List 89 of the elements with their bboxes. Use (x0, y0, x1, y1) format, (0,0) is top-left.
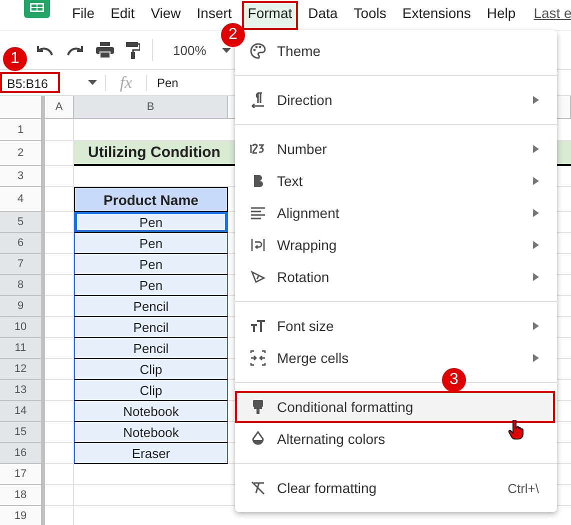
font-size-icon (250, 318, 266, 334)
row-number[interactable]: 13 (0, 380, 45, 401)
menu-option[interactable]: Font size (235, 310, 557, 342)
row-number[interactable]: 5 (0, 212, 45, 233)
submenu-arrow-icon (533, 354, 539, 362)
row-number[interactable]: 6 (0, 233, 45, 254)
menu-item[interactable]: Format (242, 1, 298, 30)
caret-icon[interactable] (88, 80, 97, 85)
formula-field[interactable]: Pen (147, 76, 178, 90)
step-badge: 1 (3, 47, 27, 71)
print-icon[interactable] (96, 42, 114, 58)
menu-item[interactable]: Tools (348, 1, 392, 30)
number-icon (250, 141, 266, 157)
sheets-logo-icon[interactable] (24, 0, 50, 18)
row-number[interactable]: 1 (0, 119, 45, 141)
submenu-arrow-icon (533, 209, 539, 217)
row-number[interactable]: 9 (0, 296, 45, 317)
row-number[interactable]: 18 (0, 485, 45, 506)
step-badge: 2 (221, 23, 245, 47)
paint-format-icon[interactable] (126, 42, 140, 58)
submenu-arrow-icon (533, 177, 539, 185)
submenu-arrow-icon (533, 145, 539, 153)
menu-option[interactable]: Alternating colors (235, 423, 557, 455)
row-number[interactable]: 7 (0, 254, 45, 275)
merge-icon (250, 350, 266, 366)
clear-format-icon (250, 480, 266, 496)
row-number[interactable]: 19 (0, 506, 45, 525)
last-edit-link[interactable]: Last e (534, 5, 571, 30)
header-cell: Product Name (74, 187, 228, 212)
table-cell: Pencil (74, 338, 228, 359)
function-label: fx (118, 72, 134, 92)
row-number[interactable]: 2 (0, 141, 45, 166)
submenu-arrow-icon (533, 241, 539, 249)
menu-item[interactable]: Edit (104, 1, 141, 30)
menu-option[interactable]: Clear formatting Ctrl+\ (235, 472, 557, 504)
paint-roller-icon (250, 399, 266, 415)
grid-cell (45, 464, 74, 485)
submenu-arrow-icon (533, 322, 539, 330)
table-cell: Clip (74, 380, 228, 401)
menu-option[interactable]: Direction (235, 84, 557, 116)
menu-option[interactable]: Conditional formatting (235, 391, 555, 423)
table-cell: Notebook (74, 422, 228, 443)
menu-item[interactable]: Extensions (396, 1, 477, 30)
submenu-arrow-icon (533, 273, 539, 281)
title-cell: Utilizing Condition (74, 141, 228, 166)
grid-cell (45, 166, 74, 187)
menu-option[interactable]: Rotation (235, 261, 557, 293)
grid-cell (45, 119, 74, 141)
shortcut-label: Ctrl+\ (508, 480, 539, 496)
menu-item[interactable]: Help (480, 1, 522, 30)
menu-item[interactable]: View (144, 1, 187, 30)
menu-option[interactable]: Alignment (235, 197, 557, 229)
row-number[interactable]: 4 (0, 187, 45, 212)
row-number[interactable]: 3 (0, 166, 45, 187)
rotate-icon (250, 269, 266, 285)
row-number[interactable]: 8 (0, 275, 45, 296)
table-cell: Eraser (74, 443, 228, 464)
table-cell: Pencil (74, 296, 228, 317)
table-cell: Clip (74, 359, 228, 380)
wrap-icon (250, 237, 266, 253)
column-header[interactable]: B (74, 96, 228, 118)
row-number[interactable]: 15 (0, 422, 45, 443)
row-number[interactable]: 16 (0, 443, 45, 464)
submenu-arrow-icon (533, 96, 539, 104)
menu-item[interactable]: File (66, 1, 101, 30)
table-cell: Pencil (74, 317, 228, 338)
redo-icon[interactable] (66, 44, 84, 56)
undo-icon[interactable] (36, 44, 54, 56)
table-cell: Pen (74, 212, 228, 233)
table-cell: Pen (74, 275, 228, 296)
align-icon (250, 205, 266, 221)
grid-cell (45, 485, 74, 506)
palette-icon (250, 43, 266, 59)
hand-cursor-icon (508, 420, 524, 440)
table-cell: Pen (74, 254, 228, 275)
menu-option[interactable]: Text (235, 165, 557, 197)
row-number[interactable]: 17 (0, 464, 45, 485)
row-number[interactable]: 12 (0, 359, 45, 380)
row-number[interactable]: 11 (0, 338, 45, 359)
drop-icon (250, 431, 266, 447)
paragraph-icon (250, 92, 266, 108)
row-number[interactable]: 14 (0, 401, 45, 422)
table-cell: Notebook (74, 401, 228, 422)
name-box[interactable]: B5:B16 (0, 72, 60, 93)
row-number[interactable]: 10 (0, 317, 45, 338)
menu-option[interactable]: Wrapping (235, 229, 557, 261)
table-cell: Pen (74, 233, 228, 254)
menu-option[interactable]: Number (235, 133, 557, 165)
menu-item[interactable]: Data (302, 1, 344, 30)
